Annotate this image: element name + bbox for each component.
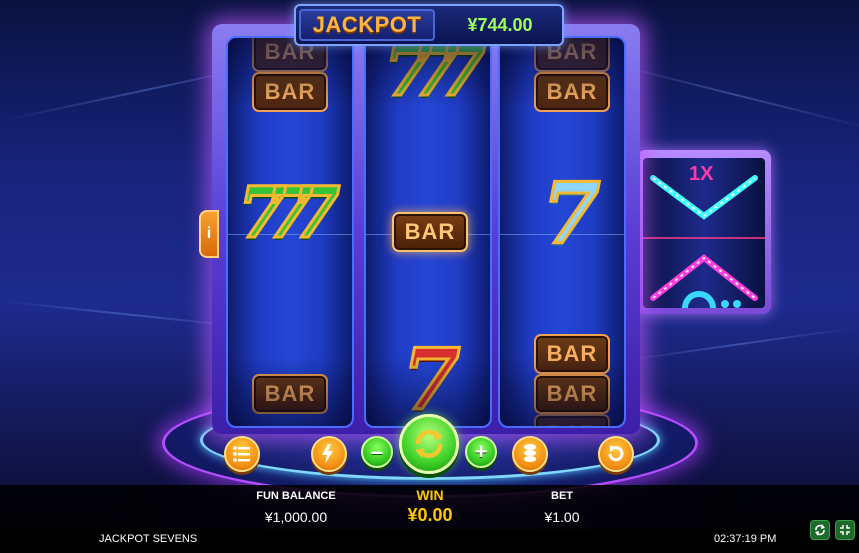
jackpot-label: JACKPOT [299,9,435,41]
bar-symbol-winning: BAR [392,212,468,252]
autoplay-icon [608,445,624,462]
paytable-button[interactable] [224,436,260,472]
bonus-reel-window: 1X [643,158,765,308]
triple-seven-symbol: 777 [382,36,487,112]
jackpot-amount: ¥744.00 [467,14,533,35]
bonus-side-reel: 1X [637,150,771,314]
payline [500,234,624,235]
balance-bar: FUN BALANCE ¥1,000.00 WIN ¥0.00 BET ¥1.0… [0,485,859,529]
bar-symbol: BAR [534,72,610,112]
light-streak [619,326,858,362]
lightning-icon [322,444,333,464]
balance-value: ¥1,000.00 [264,509,328,525]
reel-3: BAR BAR 7 BAR BAR BAR [498,36,626,428]
reel-1: BAR BAR 777 BAR [226,36,354,428]
bet-decrease-button[interactable]: – [361,436,393,468]
bar-symbol: BAR [252,374,328,414]
list-icon [233,446,250,462]
spin-button[interactable] [399,414,459,474]
info-button[interactable]: i [199,210,219,258]
turbo-button[interactable] [311,436,347,472]
refresh-icon [815,524,825,536]
payline [366,234,490,235]
bar-symbol: BAR [534,334,610,374]
blue-seven-symbol: 7 [540,164,601,263]
reel-2: 777 BAR 7 [364,36,492,428]
coin-stack-icon [524,444,536,462]
fullscreen-button[interactable] [835,520,855,540]
game-scene: 1X BAR BAR 777 BAR 777 BAR 7 BAR BAR 7 B… [0,0,859,553]
bar-symbol: BAR [252,72,328,112]
svg-text:1X: 1X [689,163,714,185]
clock: 02:37:19 PM [714,533,777,545]
autoplay-button[interactable] [598,436,634,472]
bar-symbol: BAR [534,374,610,414]
game-title: JACKPOT SEVENS [99,533,198,545]
bet-label: BET [551,490,573,502]
bet-increase-button[interactable]: + [465,436,497,468]
triple-seven-symbol: 777 [236,171,341,254]
payline [228,234,352,235]
neon-arrows-icon: 1X [643,163,765,308]
bet-coins-button[interactable] [512,436,548,472]
red-seven-symbol: 7 [400,330,461,428]
balance-label: FUN BALANCE [256,490,336,502]
win-label: WIN [416,487,444,503]
win-value: ¥0.00 [407,505,453,525]
bar-symbol: BAR [534,414,610,426]
footer-bar: JACKPOT SEVENS 02:37:19 PM [0,529,859,553]
jackpot-display: JACKPOT ¥744.00 [294,4,564,46]
refresh-button[interactable] [810,520,830,540]
bet-value: ¥1.00 [544,509,580,525]
spin-arrows-icon [415,430,443,458]
fullscreen-icon [840,525,850,535]
